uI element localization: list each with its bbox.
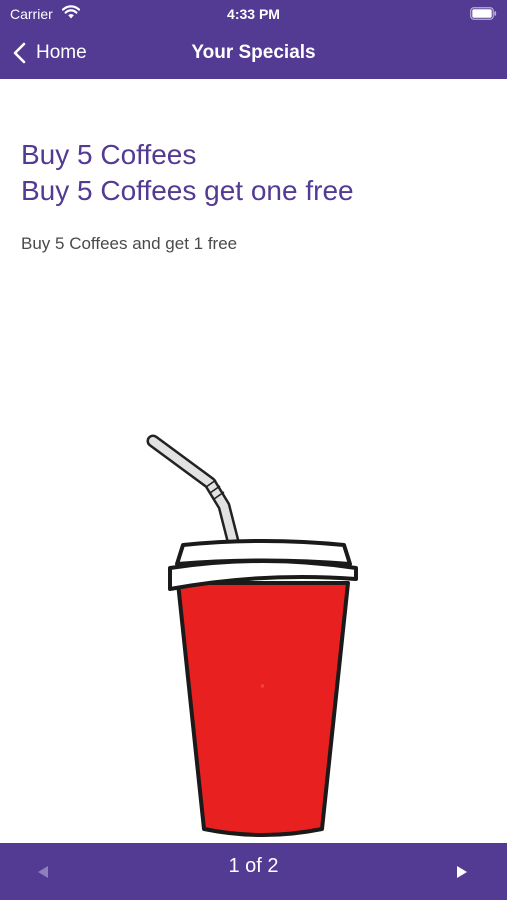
drink-cup-image: · [146, 434, 358, 837]
navigation-bar: Home Your Specials [0, 28, 507, 79]
next-page-button[interactable] [447, 857, 477, 887]
pager-bar: 1 of 2 [0, 843, 507, 900]
page-indicator: 1 of 2 [228, 855, 279, 877]
cup-body-graphic [176, 581, 350, 837]
triangle-right-icon [457, 866, 467, 878]
straw-graphic [146, 434, 242, 556]
watermark-graphic: · [260, 676, 267, 698]
triangle-left-icon [38, 866, 48, 878]
special-title-line-2: Buy 5 Coffees get one free [21, 175, 354, 206]
page-title: Your Specials [191, 42, 316, 63]
special-content: Buy 5 Coffees Buy 5 Coffees get one free… [0, 79, 507, 843]
specials-screen: Carrier 4:33 PM Home Your Specials Buy 5… [0, 0, 507, 900]
previous-page-button[interactable] [28, 857, 58, 887]
special-title-line-1: Buy 5 Coffees [21, 139, 197, 170]
top-bar: Carrier 4:33 PM Home Your Specials [0, 0, 507, 79]
status-bar: Carrier 4:33 PM [0, 0, 507, 28]
special-title: Buy 5 Coffees Buy 5 Coffees get one free [21, 137, 491, 209]
special-description: Buy 5 Coffees and get 1 free [21, 234, 238, 253]
clock-time: 4:33 PM [227, 6, 280, 22]
battery-icon [470, 7, 497, 20]
